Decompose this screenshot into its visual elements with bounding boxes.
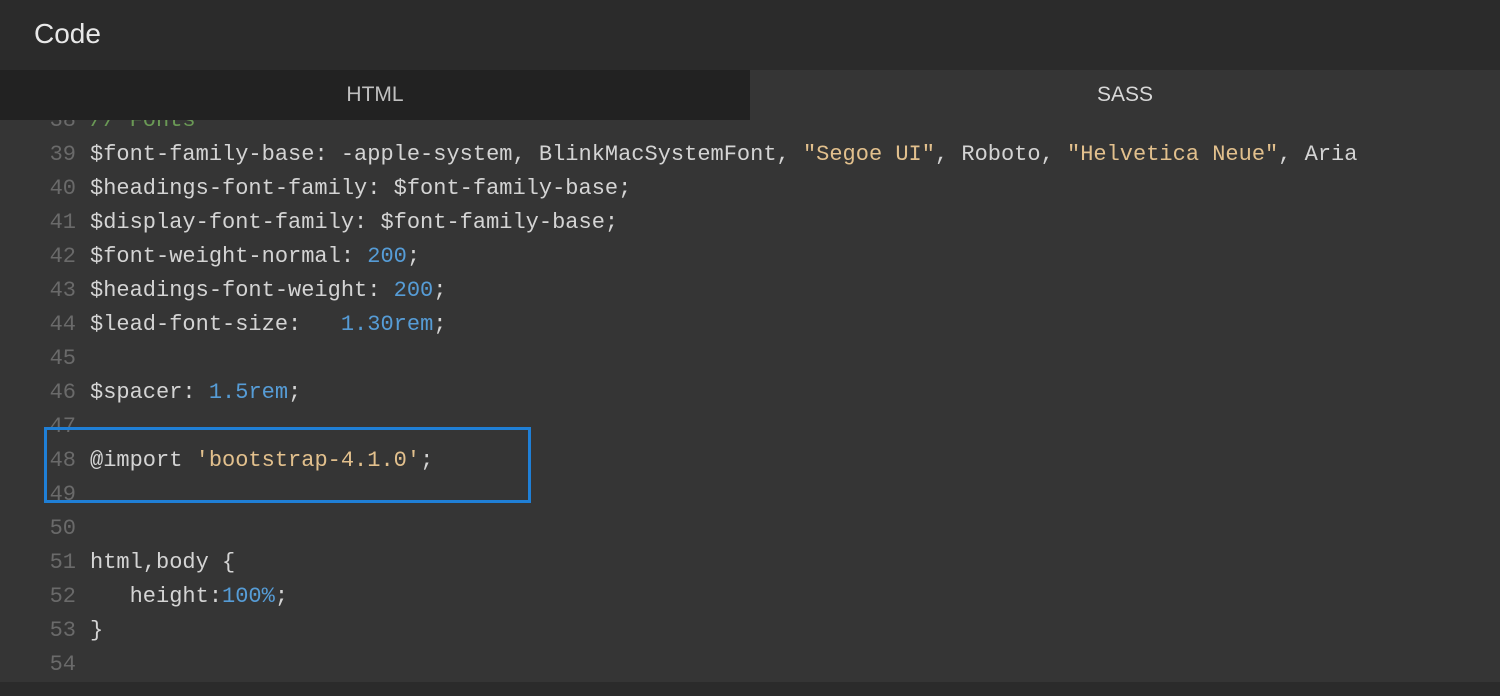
line-number: 44 (0, 308, 90, 342)
panel-header: Code (0, 0, 1500, 70)
line-content[interactable]: @import 'bootstrap-4.1.0'; (90, 444, 433, 478)
line-content[interactable]: $display-font-family: $font-family-base; (90, 206, 618, 240)
code-line[interactable]: 49 (0, 478, 1500, 512)
line-number: 50 (0, 512, 90, 546)
code-line[interactable]: 43$headings-font-weight: 200; (0, 274, 1500, 308)
line-number: 54 (0, 648, 90, 682)
code-editor[interactable]: 38// Fonts39$font-family-base: -apple-sy… (0, 120, 1500, 682)
line-number: 53 (0, 614, 90, 648)
code-line[interactable]: 53} (0, 614, 1500, 648)
line-content[interactable]: $font-weight-normal: 200; (90, 240, 420, 274)
line-number: 42 (0, 240, 90, 274)
line-number: 43 (0, 274, 90, 308)
line-content[interactable]: height:100%; (90, 580, 288, 614)
code-line[interactable]: 40$headings-font-family: $font-family-ba… (0, 172, 1500, 206)
code-line[interactable]: 39$font-family-base: -apple-system, Blin… (0, 138, 1500, 172)
code-line[interactable]: 45 (0, 342, 1500, 376)
line-number: 41 (0, 206, 90, 240)
tab-html[interactable]: HTML (0, 70, 750, 120)
line-number: 51 (0, 546, 90, 580)
line-content[interactable]: $headings-font-family: $font-family-base… (90, 172, 631, 206)
tab-bar: HTML SASS (0, 70, 1500, 120)
code-line[interactable]: 41$display-font-family: $font-family-bas… (0, 206, 1500, 240)
line-content[interactable]: // Fonts (90, 120, 196, 138)
line-number: 40 (0, 172, 90, 206)
code-line[interactable]: 42$font-weight-normal: 200; (0, 240, 1500, 274)
code-line[interactable]: 46$spacer: 1.5rem; (0, 376, 1500, 410)
line-content[interactable]: $lead-font-size: 1.30rem; (90, 308, 446, 342)
line-content[interactable]: $headings-font-weight: 200; (90, 274, 446, 308)
line-number: 48 (0, 444, 90, 478)
code-line[interactable]: 51html,body { (0, 546, 1500, 580)
tab-sass[interactable]: SASS (750, 70, 1500, 120)
panel-title: Code (34, 18, 1500, 50)
line-number: 39 (0, 138, 90, 172)
line-content[interactable]: } (90, 614, 103, 648)
line-number: 47 (0, 410, 90, 444)
line-number: 45 (0, 342, 90, 376)
code-line[interactable]: 47 (0, 410, 1500, 444)
line-content[interactable]: html,body { (90, 546, 235, 580)
code-line[interactable]: 48@import 'bootstrap-4.1.0'; (0, 444, 1500, 478)
line-content[interactable]: $font-family-base: -apple-system, BlinkM… (90, 138, 1357, 172)
line-number: 52 (0, 580, 90, 614)
code-line[interactable]: 52 height:100%; (0, 580, 1500, 614)
code-line[interactable]: 38// Fonts (0, 120, 1500, 138)
code-line[interactable]: 44$lead-font-size: 1.30rem; (0, 308, 1500, 342)
code-line[interactable]: 54 (0, 648, 1500, 682)
line-content[interactable]: $spacer: 1.5rem; (90, 376, 301, 410)
code-line[interactable]: 50 (0, 512, 1500, 546)
line-number: 38 (0, 120, 90, 138)
line-number: 49 (0, 478, 90, 512)
line-number: 46 (0, 376, 90, 410)
